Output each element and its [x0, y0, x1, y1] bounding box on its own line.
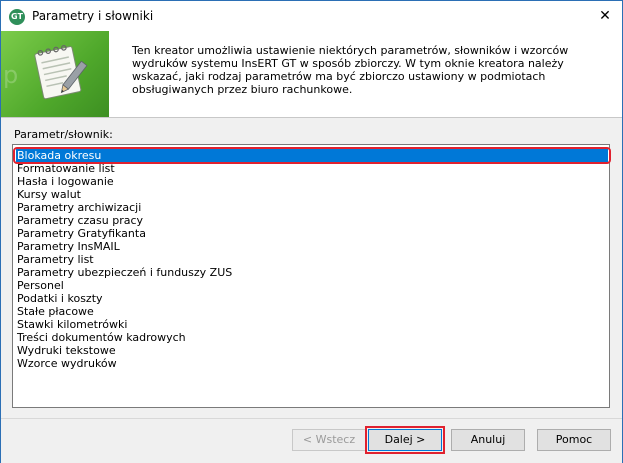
dialog-window: GT Parametry i słowniki ✕ p Ten kreator …	[0, 0, 623, 463]
list-item[interactable]: Formatowanie list	[16, 162, 608, 175]
close-icon: ✕	[599, 8, 611, 24]
list-item[interactable]: Kursy walut	[16, 188, 608, 201]
notepad-pencil-icon	[34, 45, 88, 100]
wizard-footer: < Wstecz Dalej > Anuluj Pomoc	[1, 418, 622, 463]
next-button-highlight	[365, 426, 445, 454]
wizard-description: Ten kreator umożliwia ustawienie niektór…	[132, 44, 569, 96]
list-item[interactable]: Parametry archiwizacji	[16, 201, 608, 214]
wizard-header: p Ten kreator umożliwia ustawienie niekt…	[1, 31, 622, 118]
list-item[interactable]: Podatki i koszty	[16, 292, 608, 305]
list-item[interactable]: Parametry czasu pracy	[16, 214, 608, 227]
list-item[interactable]: Personel	[16, 279, 608, 292]
list-item[interactable]: Hasła i logowanie	[16, 175, 608, 188]
parameter-listbox[interactable]: Blokada okresu Formatowanie list Hasła i l…	[12, 144, 611, 408]
back-button[interactable]: < Wstecz	[292, 429, 366, 451]
cancel-button[interactable]: Anuluj	[451, 429, 525, 451]
window-title: Parametry i słowniki	[32, 9, 154, 23]
list-item[interactable]: Parametry list	[16, 253, 608, 266]
wizard-content: Parametr/słownik: Blokada okresu Formatow…	[1, 118, 622, 418]
list-label: Parametr/słownik:	[14, 128, 113, 141]
help-button[interactable]: Pomoc	[537, 429, 611, 451]
title-bar: GT Parametry i słowniki ✕	[1, 1, 622, 31]
list-item[interactable]: Treści dokumentów kadrowych	[16, 331, 608, 344]
list-item[interactable]: Parametry Gratyfikanta	[16, 227, 608, 240]
list-item[interactable]: Wydruki tekstowe	[16, 344, 608, 357]
banner-watermark: p	[3, 61, 19, 89]
list-item[interactable]: Stałe płacowe	[16, 305, 608, 318]
close-button[interactable]: ✕	[588, 1, 622, 31]
list-item[interactable]: Parametry ubezpieczeń i funduszy ZUS	[16, 266, 608, 279]
list-item[interactable]: Blokada okresu	[16, 149, 608, 162]
wizard-banner: p	[1, 31, 109, 117]
insert-gt-icon: GT	[9, 9, 25, 25]
list-item[interactable]: Stawki kilometrówki	[16, 318, 608, 331]
list-item[interactable]: Wzorce wydruków	[16, 357, 608, 370]
list-item[interactable]: Parametry InsMAIL	[16, 240, 608, 253]
